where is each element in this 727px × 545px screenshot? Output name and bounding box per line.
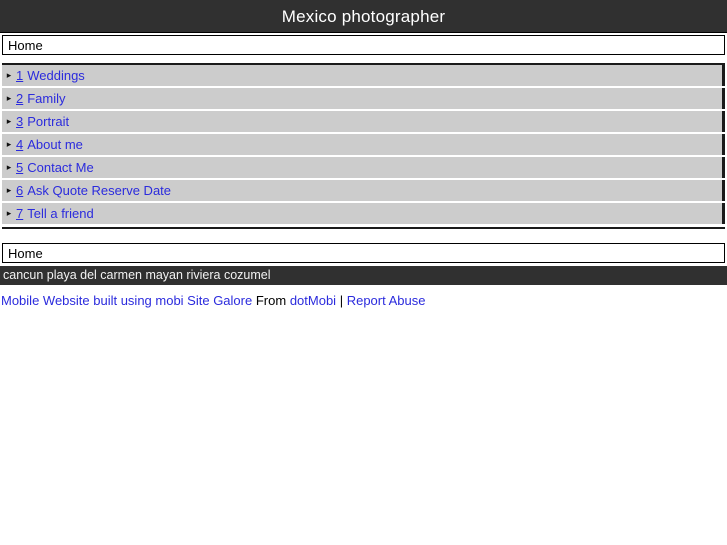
footer-home-link[interactable]: Home xyxy=(3,247,43,260)
menu-item-portrait[interactable]: ▸ 3 Portrait xyxy=(2,111,725,132)
page-title: Mexico photographer xyxy=(281,6,446,26)
menu-item-contact-me[interactable]: ▸ 5 Contact Me xyxy=(2,157,725,178)
triangle-right-icon: ▸ xyxy=(6,116,12,126)
top-breadcrumb-bar[interactable]: Home xyxy=(2,35,725,55)
menu-item-tell-a-friend[interactable]: ▸ 7 Tell a friend xyxy=(2,203,725,224)
triangle-right-icon: ▸ xyxy=(6,93,12,103)
triangle-right-icon: ▸ xyxy=(6,162,12,172)
menu-item-about-me[interactable]: ▸ 4 About me xyxy=(2,134,725,155)
menu-item-label: Weddings xyxy=(27,68,85,83)
tagline-text: cancun playa del carmen mayan riviera co… xyxy=(3,268,271,283)
site-builder-link[interactable]: Mobile Website built using mobi Site Gal… xyxy=(1,293,252,308)
spacer-below-menu xyxy=(0,229,727,243)
menu-item-number: 3 xyxy=(16,114,24,129)
breadcrumb-home-link[interactable]: Home xyxy=(3,39,43,52)
report-abuse-link[interactable]: Report Abuse xyxy=(347,293,426,308)
spacer-above-menu xyxy=(0,55,727,63)
footer-from-text: From xyxy=(255,293,287,308)
triangle-right-icon: ▸ xyxy=(6,185,12,195)
menu-item-weddings[interactable]: ▸ 1 Weddings xyxy=(2,65,725,86)
menu-item-family[interactable]: ▸ 2 Family xyxy=(2,88,725,109)
footer-breadcrumb-bar[interactable]: Home xyxy=(2,243,725,263)
menu-item-ask-quote-reserve-date[interactable]: ▸ 6 Ask Quote Reserve Date xyxy=(2,180,725,201)
menu-item-number: 4 xyxy=(16,137,24,152)
page-root: Mexico photographer Home ▸ 1 Weddings ▸ … xyxy=(0,0,727,545)
menu-item-number: 6 xyxy=(16,183,24,198)
triangle-right-icon: ▸ xyxy=(6,208,12,218)
tagline-bar: cancun playa del carmen mayan riviera co… xyxy=(0,266,727,285)
footer-credit-line: Mobile Website built using mobi Site Gal… xyxy=(0,285,727,309)
triangle-right-icon: ▸ xyxy=(6,70,12,80)
menu-item-label: Ask Quote Reserve Date xyxy=(27,183,172,198)
menu-item-number: 2 xyxy=(16,91,24,106)
menu-item-label: Family xyxy=(27,91,66,106)
triangle-right-icon: ▸ xyxy=(6,139,12,149)
menu-item-number: 7 xyxy=(16,206,24,221)
page-blank-area xyxy=(0,308,727,545)
menu-item-label: About me xyxy=(27,137,83,152)
main-menu-list: ▸ 1 Weddings ▸ 2 Family ▸ 3 Portrait ▸ 4… xyxy=(2,63,725,224)
menu-item-label: Portrait xyxy=(27,114,70,129)
dotmobi-link[interactable]: dotMobi xyxy=(290,293,336,308)
menu-item-label: Tell a friend xyxy=(27,206,94,221)
menu-item-number: 1 xyxy=(16,68,24,83)
menu-item-number: 5 xyxy=(16,160,24,175)
site-header: Mexico photographer xyxy=(0,0,727,33)
menu-item-label: Contact Me xyxy=(27,160,94,175)
